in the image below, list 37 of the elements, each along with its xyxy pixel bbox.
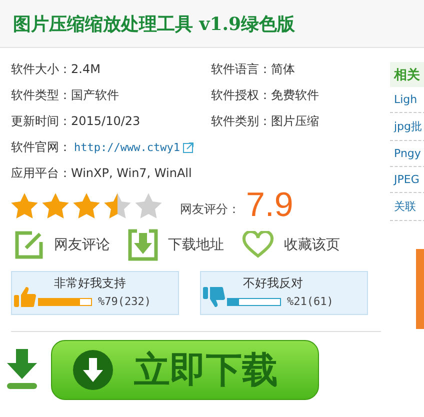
edit-icon xyxy=(14,230,44,260)
vote-button[interactable]: 不好我反对 %21(61) xyxy=(200,271,368,315)
sidebar-link[interactable]: 关联 xyxy=(390,193,424,221)
star-icon xyxy=(11,192,38,218)
action-link[interactable]: 收藏该页 xyxy=(242,229,340,261)
star-icon xyxy=(42,192,69,218)
info-text: 应用平台：WinXP, Win7, WinAll xyxy=(11,165,192,182)
sidebar-title: 相关 xyxy=(390,62,424,87)
download-arrow-icon xyxy=(5,349,39,391)
sidebar-link[interactable]: Ligh xyxy=(390,87,424,113)
page-title: 图片压缩缩放处理工具 v1.9绿色版 xyxy=(13,12,296,36)
info-text: 软件类型：国产软件 xyxy=(11,87,120,104)
download-circle-icon xyxy=(72,349,114,391)
star-icon xyxy=(104,192,131,218)
sidebar-link[interactable]: JPEG xyxy=(390,167,424,193)
info-text: 软件授权：免费软件 xyxy=(211,87,320,104)
action-link[interactable]: 下载地址 xyxy=(128,229,224,261)
info-label: 软件官网： xyxy=(11,139,71,156)
website-link[interactable]: http://www.ctwy1 xyxy=(74,140,180,154)
download-icon xyxy=(128,229,158,261)
star-icon xyxy=(73,192,100,218)
thumbs-down-icon xyxy=(203,286,225,308)
sidebar-link[interactable]: Pngy xyxy=(390,141,424,167)
info-text: 更新时间：2015/10/23 xyxy=(11,113,142,130)
external-link-icon[interactable] xyxy=(182,142,194,152)
rating-score: 7.9 xyxy=(246,186,294,225)
star-icon xyxy=(135,192,162,218)
info-text: 软件类别：图片压缩 xyxy=(211,113,320,130)
info-text: 软件语言：简体 xyxy=(211,61,296,78)
vote-button[interactable]: 非常好我支持 %79(232) xyxy=(11,271,179,315)
download-button[interactable]: 立即下载 xyxy=(51,340,319,400)
info-text: 软件大小：2.4M xyxy=(11,61,102,78)
thumbs-up-icon xyxy=(14,286,36,308)
rating-label: 网友评分： xyxy=(180,201,240,218)
heart-icon xyxy=(242,231,274,259)
action-link[interactable]: 网友评论 xyxy=(14,229,110,261)
sidebar-link[interactable]: jpg批 xyxy=(390,113,424,141)
